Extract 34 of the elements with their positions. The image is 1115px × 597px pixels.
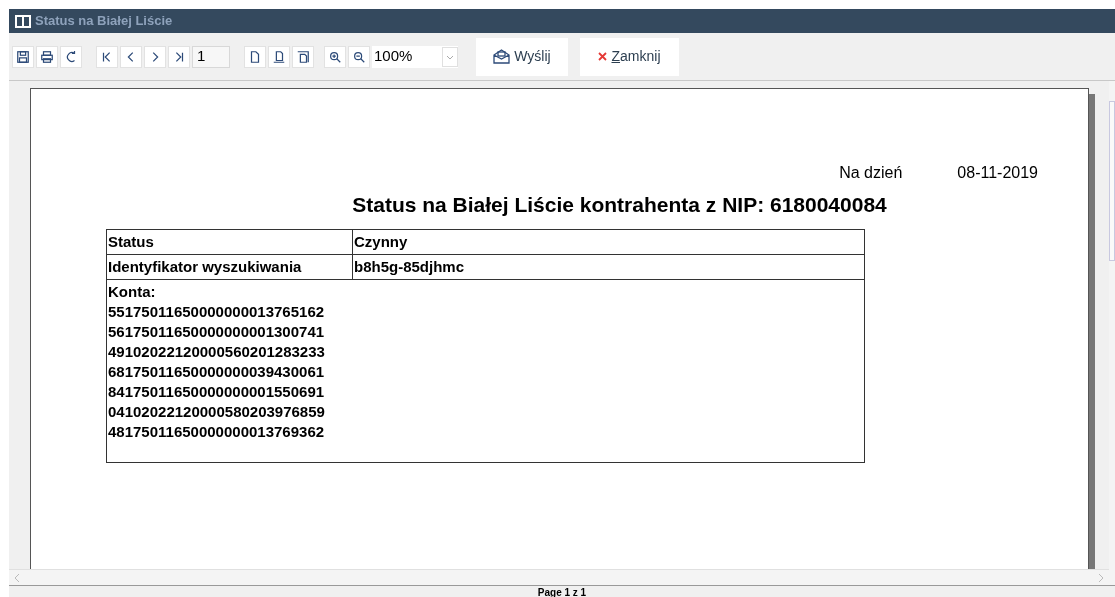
zoom-out-icon[interactable] [348,45,370,68]
zoom-select[interactable]: 100% [372,45,458,68]
zoom-in-icon[interactable] [324,45,346,68]
close-icon [598,52,608,61]
next-page-icon[interactable] [144,45,166,68]
table-cell-text: Czynny [353,231,409,252]
page-number-field[interactable]: 1 [192,45,230,68]
date-label: Na dzień [839,163,903,183]
accounts-label: Konta: [108,281,157,302]
account-number: 49102022120000560201283233 [108,341,325,362]
account-number: 84175011650000000001550691 [108,381,325,402]
table-cell: Status [107,229,353,254]
table-cell: Identyfikator wyszukiwania [107,254,353,279]
account-number: 68175011650000000039430061 [108,361,325,382]
page-icon[interactable] [244,45,266,68]
previous-page-icon[interactable] [120,45,142,68]
account-number: 56175011650000000001300741 [108,321,325,342]
print-icon[interactable] [36,45,58,68]
refresh-icon[interactable] [60,45,82,68]
account-number: 48175011650000000013769362 [108,421,325,442]
full-page-icon[interactable] [292,45,314,68]
save-icon[interactable] [12,45,34,68]
close-button[interactable]: Zamknij [580,37,679,76]
last-page-icon[interactable] [168,45,190,68]
report-title: Status na Białej Liście kontrahenta z NIP: 6180040084 [352,192,887,218]
report-date: 08-11-2019 [957,163,1038,183]
first-page-icon[interactable] [96,45,118,68]
window-title: Status na Białej Liście [35,12,173,31]
page-width-icon[interactable] [268,45,290,68]
envelope-icon [493,49,511,64]
account-number: 55175011650000000013765162 [108,301,325,322]
send-button[interactable]: Wyślij [476,37,568,76]
table-cell-text: b8h5g-85djhmc [353,256,466,277]
account-number: 04102022120000580203976859 [108,401,325,422]
